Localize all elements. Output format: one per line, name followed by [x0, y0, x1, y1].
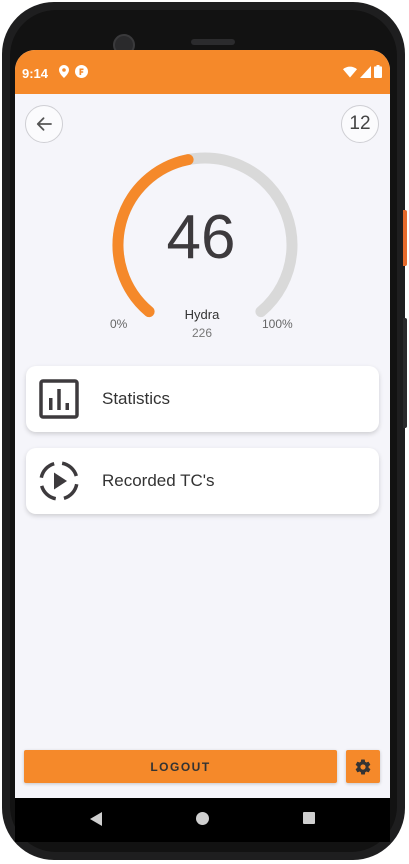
arrow-left-icon: [36, 117, 52, 131]
gauge-max-label: 100%: [262, 317, 293, 331]
earpiece-speaker: [191, 39, 235, 45]
recorded-tcs-card[interactable]: Recorded TC's: [26, 448, 379, 514]
logout-button[interactable]: LOGOUT: [24, 750, 337, 783]
recorded-tcs-label: Recorded TC's: [102, 471, 215, 490]
volume-button: [403, 318, 407, 428]
gear-icon: [355, 759, 371, 775]
gauge-value: 46: [166, 203, 236, 272]
nav-home-icon[interactable]: [196, 812, 209, 825]
play-circle-dashed-icon: [39, 461, 79, 501]
system-nav-bar: [15, 798, 390, 842]
nav-back-icon[interactable]: [90, 812, 102, 826]
gauge-min-label: 0%: [110, 317, 128, 331]
power-button: [403, 210, 407, 266]
wifi-icon: [343, 66, 357, 77]
bar-chart-icon: [39, 379, 79, 419]
statistics-card[interactable]: Statistics: [26, 366, 379, 432]
back-button[interactable]: [25, 105, 63, 143]
status-bar: 9:14: [15, 50, 390, 94]
status-time: 9:14: [22, 66, 49, 81]
app-notification-icon: [75, 65, 88, 78]
location-icon: [59, 65, 69, 78]
settings-button[interactable]: [346, 750, 380, 783]
signal-icon: [360, 65, 371, 78]
gauge-sub-value: 226: [191, 326, 213, 340]
battery-icon: [374, 65, 382, 78]
count-badge-button[interactable]: 12: [341, 105, 379, 143]
app-screen: 9:14 12 46 0% 100% Hydra 226 Statistics …: [15, 50, 390, 798]
statistics-label: Statistics: [102, 389, 171, 408]
nav-recents-icon[interactable]: [303, 812, 315, 824]
gauge-name-label: Hydra: [184, 307, 220, 322]
